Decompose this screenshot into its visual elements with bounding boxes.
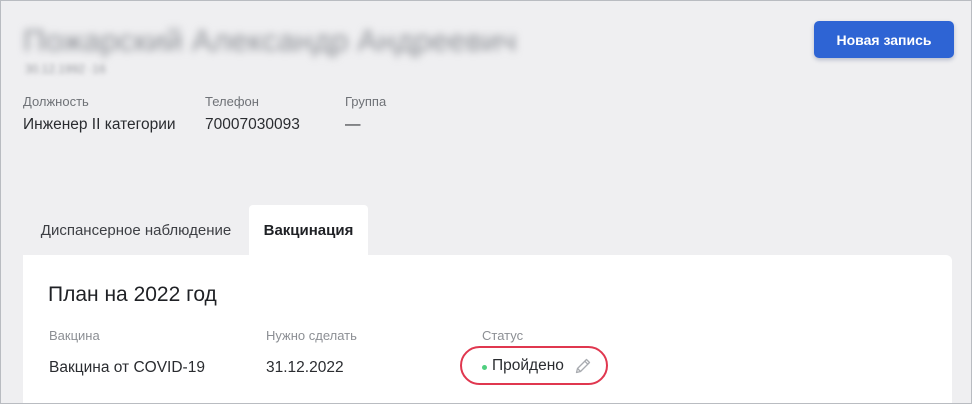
vaccination-plan-card: План на 2022 год Вакцина Нужно сделать С… bbox=[23, 255, 952, 403]
pencil-icon[interactable] bbox=[573, 356, 593, 376]
column-header-due: Нужно сделать bbox=[266, 328, 357, 343]
tab-vaccination[interactable]: Вакцинация bbox=[249, 205, 368, 256]
group-value: — bbox=[345, 116, 361, 133]
status-highlight: Пройдено bbox=[460, 346, 608, 385]
column-header-vaccine: Вакцина bbox=[49, 328, 100, 343]
status-dot-icon bbox=[482, 365, 487, 370]
employee-card-frame: Пожарский Александр Андреевич 30.12.1992… bbox=[0, 0, 972, 404]
column-header-status: Статус bbox=[482, 328, 524, 343]
status-text: Пройдено bbox=[492, 357, 564, 374]
position-value: Инженер II категории bbox=[23, 116, 176, 133]
info-position: Должность Инженер II категории bbox=[23, 94, 176, 134]
phone-label: Телефон bbox=[205, 94, 259, 109]
phone-value: 70007030093 bbox=[205, 116, 300, 133]
group-label: Группа bbox=[345, 94, 387, 109]
employee-name: Пожарский Александр Андреевич bbox=[23, 23, 517, 58]
position-label: Должность bbox=[23, 94, 89, 109]
new-record-button[interactable]: Новая запись bbox=[814, 21, 954, 58]
plan-title: План на 2022 год bbox=[48, 283, 217, 306]
info-group: Группа — bbox=[345, 94, 386, 134]
row-due-date: 31.12.2022 bbox=[266, 359, 344, 376]
info-phone: Телефон 70007030093 bbox=[205, 94, 300, 134]
employee-birth-date: 30.12.1992 ·16 bbox=[25, 62, 106, 76]
tab-dispensary-observation[interactable]: Диспансерное наблюдение bbox=[23, 206, 249, 255]
row-vaccine-name: Вакцина от COVID-19 bbox=[49, 359, 205, 376]
